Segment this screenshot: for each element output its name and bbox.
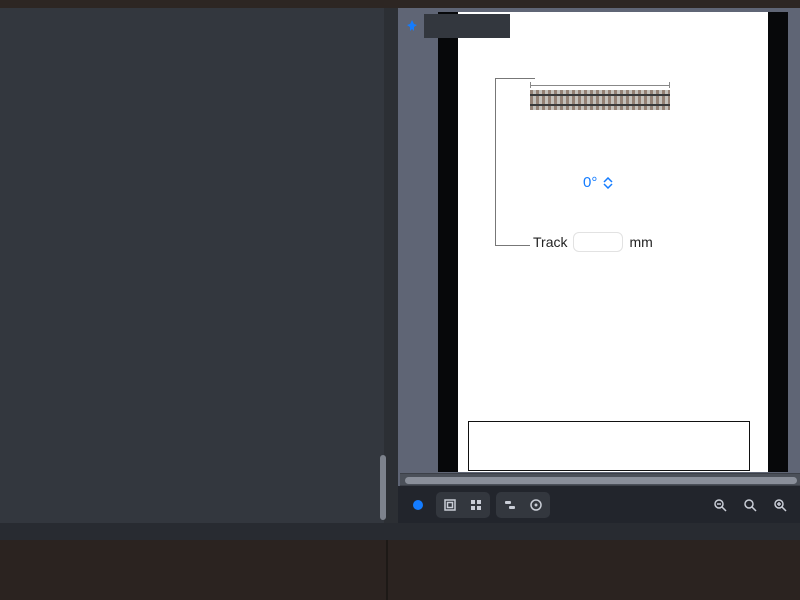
track-length-unit: mm	[629, 234, 652, 250]
track-piece	[530, 90, 670, 110]
pinned-slot[interactable]	[424, 14, 510, 38]
zoom-in-button[interactable]	[768, 493, 792, 517]
device-bezel-left	[438, 12, 458, 472]
track-length-field: Track mm	[533, 232, 653, 252]
zoom-out-button[interactable]	[708, 493, 732, 517]
device-bezel-right	[768, 12, 788, 472]
track-length-input[interactable]	[573, 232, 623, 252]
angle-value: 0°	[583, 174, 597, 191]
horizontal-scrollbar-thumb[interactable]	[405, 477, 797, 484]
angle-stepper[interactable]: 0°	[583, 174, 613, 191]
zoom-in-icon	[773, 498, 787, 512]
rail	[530, 104, 670, 106]
layout-mode-group	[436, 492, 490, 518]
panel-divider[interactable]	[384, 8, 398, 523]
dimension-bracket	[495, 78, 496, 246]
track-diagram	[530, 82, 670, 114]
sleepers	[530, 90, 670, 110]
grid-icon	[469, 498, 483, 512]
pin-icon	[405, 19, 419, 33]
target-icon	[529, 498, 543, 512]
left-panel	[0, 8, 384, 523]
zoom-fit-button[interactable]	[738, 493, 762, 517]
widgets-icon	[503, 498, 517, 512]
dimension-bracket	[495, 245, 530, 246]
textfield-outline[interactable]	[468, 421, 750, 471]
variants-button[interactable]	[524, 494, 548, 516]
track-length-label: Track	[533, 234, 567, 250]
pin-button[interactable]	[400, 14, 424, 38]
debug-area	[0, 540, 800, 600]
ruler	[530, 82, 670, 88]
zoom-out-icon	[713, 498, 727, 512]
status-bar	[0, 523, 800, 540]
live-preview-button[interactable]	[406, 493, 430, 517]
preview-toolbar	[398, 486, 800, 523]
layout-grid-button[interactable]	[464, 494, 488, 516]
device-settings-button[interactable]	[498, 494, 522, 516]
debug-divider[interactable]	[386, 540, 388, 600]
record-icon	[411, 498, 425, 512]
title-bar-remnant	[0, 0, 800, 8]
zoom-fit-icon	[743, 498, 757, 512]
layers-icon	[443, 498, 457, 512]
dimension-bracket	[495, 78, 535, 79]
stepper-icon	[603, 177, 613, 189]
app-root: 0° Track mm	[0, 0, 800, 600]
rail	[530, 94, 670, 96]
device-settings-group	[496, 492, 550, 518]
layout-selectable-button[interactable]	[438, 494, 462, 516]
horizontal-scrollbar[interactable]	[400, 473, 800, 486]
left-scrollbar-thumb[interactable]	[380, 455, 386, 520]
